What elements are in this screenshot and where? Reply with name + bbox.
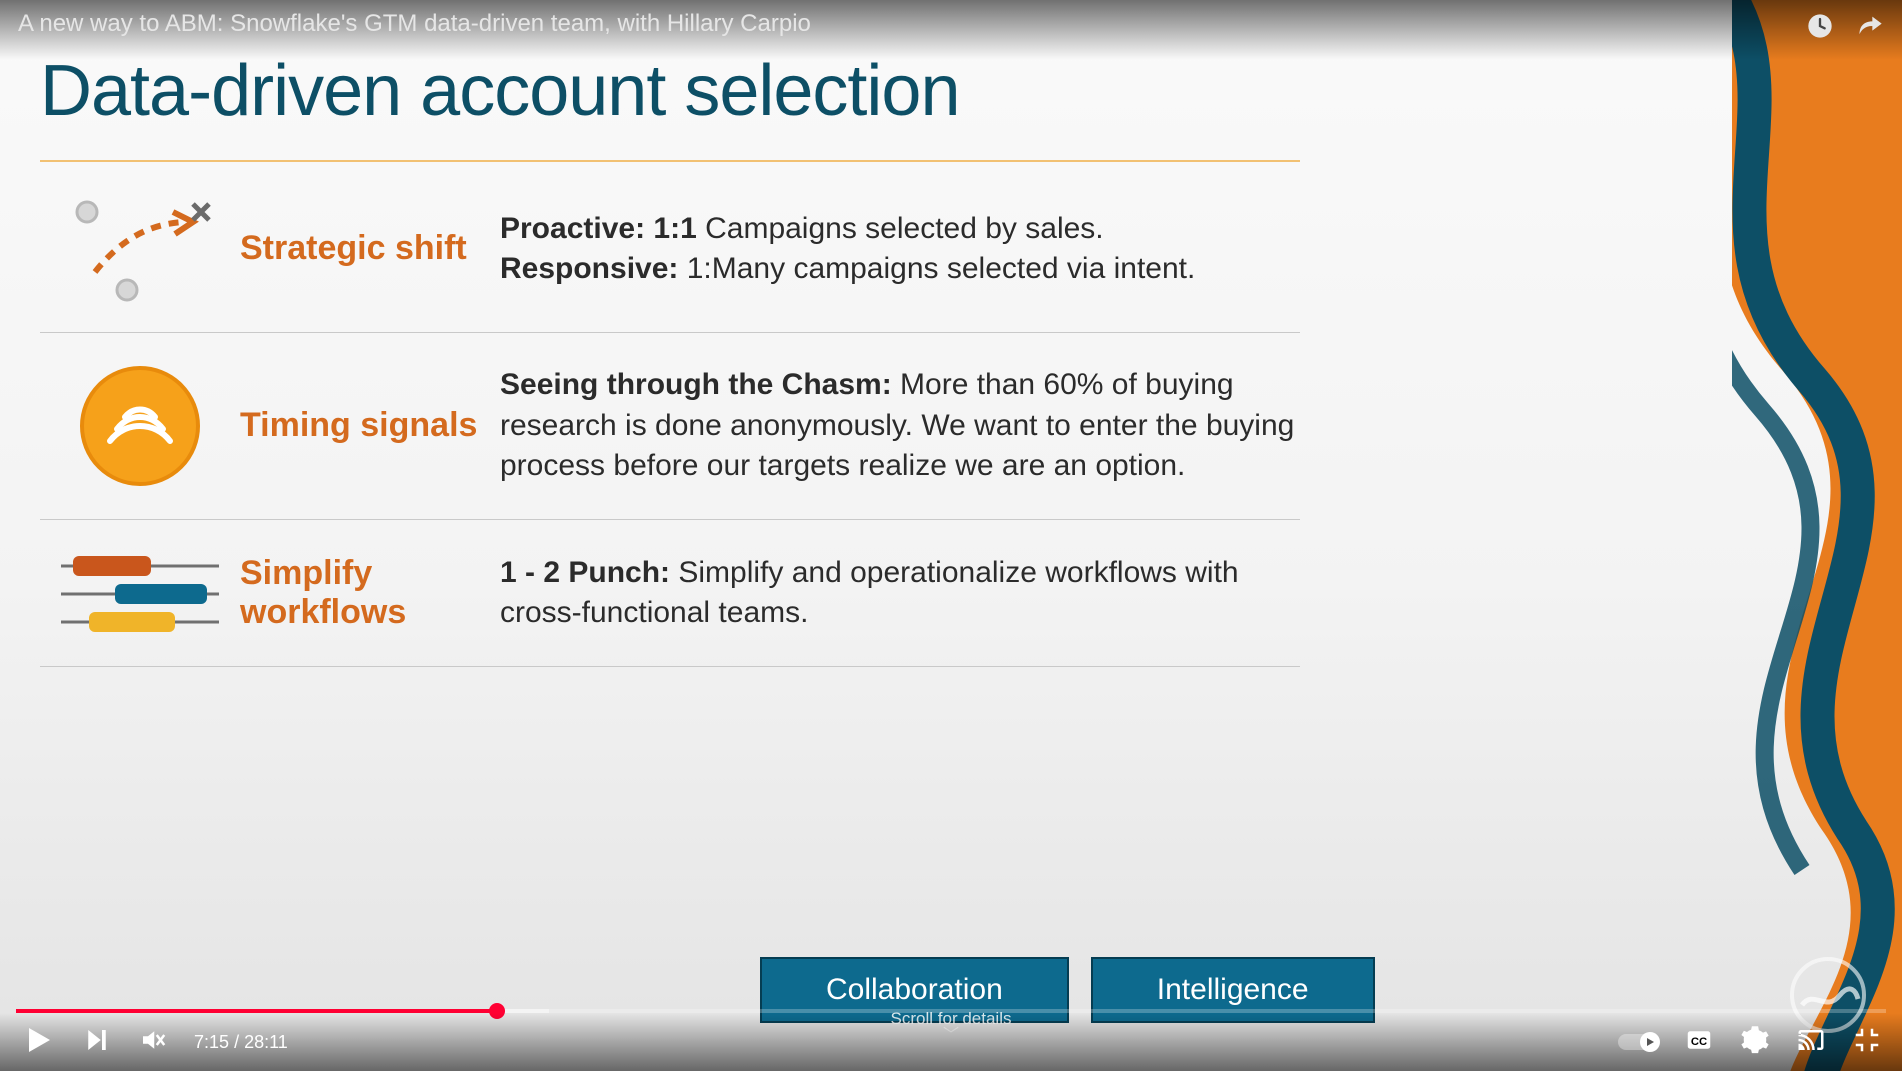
slide-title: Data-driven account selection [40,50,1862,132]
share-icon[interactable] [1856,12,1884,45]
video-title-bar: A new way to ABM: Snowflake's GTM data-d… [0,0,1902,60]
row-label: Simplify workflows [240,554,500,632]
slide-content: Data-driven account selection Strategic … [0,0,1902,1071]
top-rule [40,160,1300,162]
duration: 28:11 [244,1032,288,1052]
timing-signals-icon [40,361,240,491]
captions-button[interactable]: CC [1684,1025,1714,1060]
cast-button[interactable] [1796,1025,1826,1060]
simplify-workflows-icon [40,548,240,638]
svg-text:CC: CC [1691,1036,1707,1048]
row-simplify-workflows: Simplify workflows 1 - 2 Punch: Simplify… [40,520,1300,667]
row-label: Strategic shift [240,229,500,268]
fullscreen-exit-button[interactable] [1852,1025,1882,1060]
row-timing-signals: Timing signals Seeing through the Chasm:… [40,333,1300,520]
time-display: 7:15 / 28:11 [194,1032,288,1053]
row-strategic-shift: Strategic shift Proactive: 1:1 Campaigns… [40,166,1300,333]
watch-later-icon[interactable] [1806,12,1834,45]
autoplay-toggle[interactable] [1618,1034,1658,1050]
row-body: Seeing through the Chasm: More than 60% … [500,365,1300,487]
video-controls: 7:15 / 28:11 CC [0,1013,1902,1071]
video-player: Data-driven account selection Strategic … [0,0,1902,1071]
settings-button[interactable] [1740,1025,1770,1060]
video-title[interactable]: A new way to ABM: Snowflake's GTM data-d… [18,10,1806,38]
strategic-shift-icon [40,194,240,304]
video-frame[interactable]: Data-driven account selection Strategic … [0,0,1902,1071]
row-body: Proactive: 1:1 Campaigns selected by sal… [500,209,1300,290]
row-label: Timing signals [240,406,500,445]
next-button[interactable] [82,1025,112,1060]
row-body: 1 - 2 Punch: Simplify and operationalize… [500,553,1300,634]
play-button[interactable] [20,1022,56,1063]
current-time: 7:15 [194,1032,229,1052]
mute-button[interactable] [138,1025,168,1060]
